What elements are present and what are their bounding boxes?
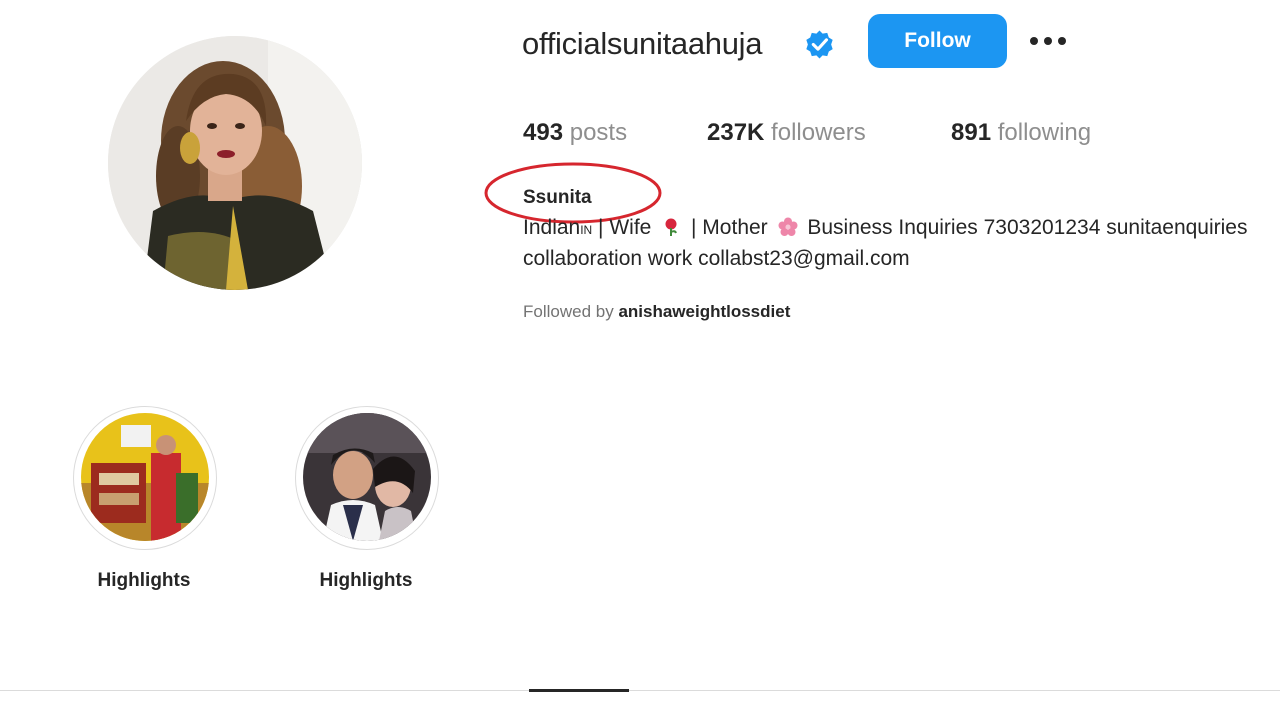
- followers-count[interactable]: 237K followers: [707, 116, 866, 150]
- highlight-cover-image: [81, 413, 209, 541]
- highlight-cover: [81, 413, 209, 541]
- followers-count-label: followers: [771, 119, 866, 146]
- more-options-icon[interactable]: [1026, 28, 1070, 54]
- bio-line-1: IndianIN | Wife | Mother Business Inquir…: [523, 213, 1248, 245]
- active-tab-indicator[interactable]: [529, 689, 629, 692]
- following-count-label: following: [997, 119, 1092, 146]
- highlight-label: Highlights: [319, 570, 413, 591]
- follow-button[interactable]: Follow: [868, 14, 1007, 68]
- cherry-blossom-emoji-icon: [778, 217, 798, 236]
- following-count-number: 891: [951, 119, 992, 146]
- flag-code: IN: [580, 223, 593, 237]
- bio-text: Indian: [523, 216, 581, 239]
- profile-avatar[interactable]: [108, 36, 362, 290]
- posts-count: 493 posts: [523, 116, 627, 150]
- highlight-item[interactable]: Highlights: [292, 406, 442, 606]
- bio-text: Business Inquiries 7303201234 sunitaenqu…: [801, 216, 1248, 239]
- followers-count-number: 237K: [707, 119, 765, 146]
- highlight-cover: [303, 413, 431, 541]
- avatar-photo: [108, 36, 362, 290]
- followed-by-user[interactable]: anishaweightlossdiet: [618, 302, 790, 321]
- posts-count-label: posts: [569, 119, 628, 146]
- rose-emoji-icon: [665, 218, 678, 236]
- highlight-cover-image: [303, 413, 431, 541]
- profile-username: officialsunitaahuja: [522, 26, 763, 61]
- bio-text: | Wife: [592, 216, 658, 239]
- tab-divider: [0, 690, 1280, 691]
- highlight-label: Highlights: [97, 570, 191, 591]
- posts-count-number: 493: [523, 119, 564, 146]
- verified-badge-icon: [806, 30, 833, 59]
- bio-text: | Mother: [685, 216, 774, 239]
- highlight-item[interactable]: Highlights: [70, 406, 220, 606]
- followed-by[interactable]: Followed by anishaweightlossdiet: [523, 300, 790, 324]
- followed-by-prefix: Followed by: [523, 302, 619, 321]
- bio-line-2: collaboration work collabst23@gmail.com: [523, 247, 910, 270]
- following-count[interactable]: 891 following: [951, 116, 1091, 150]
